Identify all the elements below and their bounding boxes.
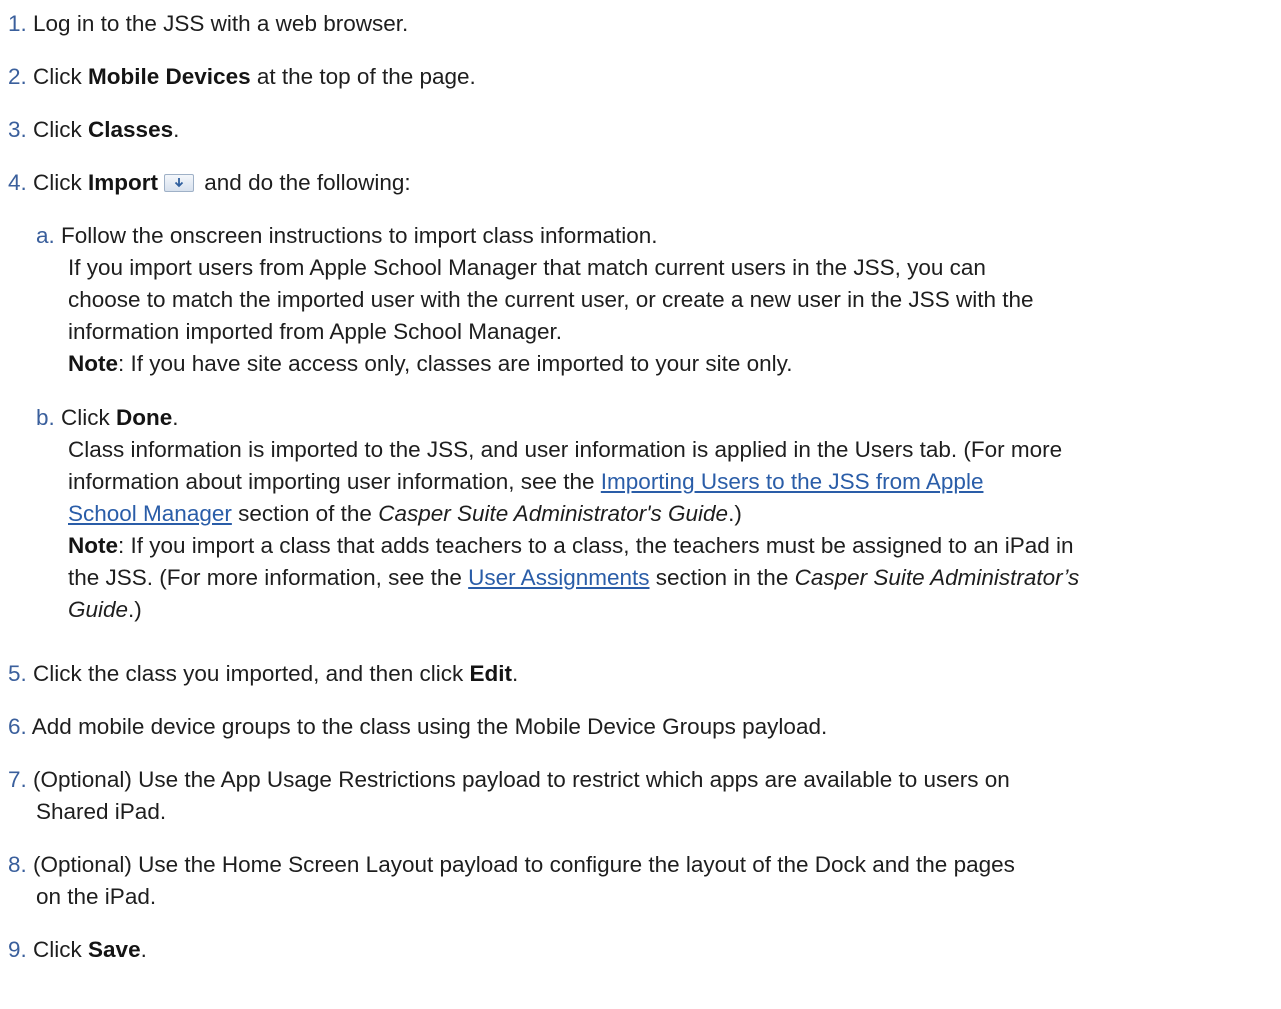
download-arrow-icon [164, 174, 195, 192]
step-1: 1. Log in to the JSS with a web browser. [8, 8, 1271, 40]
guide-title: Casper Suite Administrator’s [794, 565, 1080, 590]
step-text: Add mobile device groups to the class us… [31, 714, 828, 739]
instructions-page: 1. Log in to the JSS with a web browser.… [0, 0, 1281, 1009]
note-label: Note [68, 351, 118, 376]
substep-a-note: Note: If you have site access only, clas… [68, 348, 792, 380]
substep-text: Follow the onscreen instructions to impo… [61, 223, 658, 248]
step-7: 7. (Optional) Use the App Usage Restrict… [8, 764, 1271, 796]
step-9: 9. Click Save. [8, 934, 1271, 966]
substep-b-note-line3: Guide.) [68, 594, 142, 626]
step-number: 9. [8, 937, 27, 962]
step-text: Click [33, 170, 89, 195]
importing-users-link[interactable]: Importing Users to the JSS from Apple [601, 469, 984, 494]
note-text: .) [128, 597, 142, 622]
step-text: and do the following: [198, 170, 411, 195]
step-text: . [173, 117, 180, 142]
substep-text: . [172, 405, 179, 430]
step-number: 8. [8, 852, 27, 877]
guide-title: Guide [68, 597, 129, 622]
substep-b-para-line1: Class information is imported to the JSS… [68, 437, 1063, 462]
substep-a-line3: choose to match the imported user with t… [68, 287, 1034, 312]
ui-term-save: Save [88, 937, 141, 962]
step-text: Click [33, 117, 89, 142]
note-text: : If you have site access only, classes … [118, 351, 793, 376]
step-number: 1. [8, 11, 27, 36]
step-text: at the top of the page. [250, 64, 476, 89]
ui-term-edit: Edit [469, 661, 512, 686]
step-3: 3. Click Classes. [8, 114, 1271, 146]
step-number: 3. [8, 117, 27, 142]
substep-text: Click [61, 405, 117, 430]
substep-letter: a. [36, 223, 55, 248]
step-text: Click [33, 64, 89, 89]
importing-users-link-cont[interactable]: School Manager [68, 501, 232, 526]
para-text: .) [728, 501, 742, 526]
ui-term-import: Import [88, 170, 159, 195]
step-6: 6. Add mobile device groups to the class… [8, 711, 1271, 743]
ui-term-done: Done [116, 405, 173, 430]
note-label: Note [68, 533, 118, 558]
step-text: Click the class you imported, and then c… [33, 661, 470, 686]
para-text: information about importing user informa… [68, 469, 601, 494]
step-8-cont: on the iPad. [36, 884, 157, 909]
step-5: 5. Click the class you imported, and the… [8, 658, 1271, 690]
step-8: 8. (Optional) Use the Home Screen Layout… [8, 849, 1271, 881]
step-2: 2. Click Mobile Devices at the top of th… [8, 61, 1271, 93]
step-7-cont: Shared iPad. [36, 799, 167, 824]
substep-b-note-line2: the JSS. (For more information, see the … [68, 562, 1079, 594]
substep-b: b. Click Done. [36, 402, 179, 434]
substep-b-note-line1: Note: If you import a class that adds te… [68, 530, 1074, 562]
note-text: section in the [649, 565, 795, 590]
step-text: . [140, 937, 147, 962]
step-text: . [511, 661, 519, 686]
substep-a: a. Follow the onscreen instructions to i… [36, 220, 658, 252]
step-text: Click [33, 937, 89, 962]
substep-a-line2: If you import users from Apple School Ma… [68, 255, 986, 280]
ui-term-classes: Classes [88, 117, 174, 142]
step-number: 5. [8, 661, 27, 686]
ui-term-mobile-devices: Mobile Devices [88, 64, 251, 89]
step-text: (Optional) Use the App Usage Restriction… [33, 767, 1010, 792]
step-number: 6. [8, 714, 27, 739]
step-number: 2. [8, 64, 27, 89]
step-number: 4. [8, 170, 27, 195]
step-text: (Optional) Use the Home Screen Layout pa… [33, 852, 1015, 877]
step-4: 4. Click Import and do the following: [8, 167, 1271, 199]
para-text: section of the [231, 501, 379, 526]
substep-b-para-line2: information about importing user informa… [68, 466, 983, 498]
note-text: the JSS. (For more information, see the [68, 565, 469, 590]
substep-letter: b. [36, 405, 55, 430]
step-number: 7. [8, 767, 27, 792]
user-assignments-link[interactable]: User Assignments [468, 565, 649, 590]
step-text: Log in to the JSS with a web browser. [33, 11, 409, 36]
note-text: : If you import a class that adds teache… [118, 533, 1074, 558]
guide-title: Casper Suite Administrator's Guide [378, 501, 729, 526]
substep-b-para-line3: School Manager section of the Casper Sui… [68, 498, 742, 530]
substep-a-line4: information imported from Apple School M… [68, 319, 563, 344]
